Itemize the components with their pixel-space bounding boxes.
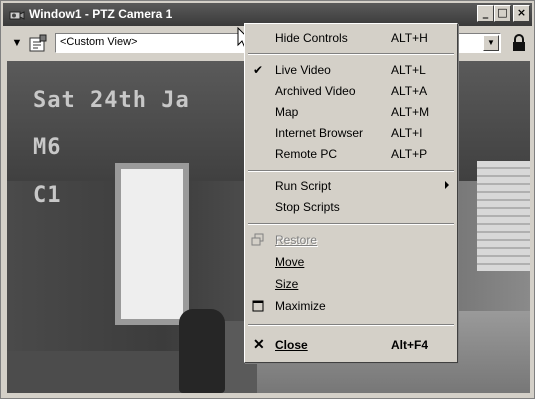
menu-item-label: Map	[275, 105, 299, 119]
submenu-arrow-icon	[445, 181, 449, 189]
minimize-button[interactable]: _	[477, 5, 494, 22]
video-chair	[179, 309, 225, 393]
menu-item-label: Size	[275, 277, 299, 291]
menu-item-close[interactable]: ✕ Close Alt+F4	[245, 335, 457, 356]
checkmark-icon: ✔	[253, 63, 264, 77]
menu-separator	[248, 53, 454, 55]
dropdown-arrow-icon[interactable]: ▼	[9, 34, 25, 52]
menu-item-label: Hide Controls	[275, 31, 348, 45]
menu-item-label: Remote PC	[275, 147, 338, 161]
ptz-camera-window: Window1 - PTZ Camera 1 _ □ × ▼ <Custom V…	[0, 0, 535, 399]
menu-separator	[248, 324, 454, 326]
menu-item-shortcut: Alt+F4	[391, 338, 429, 352]
osd-date: Sat 24th Ja	[33, 88, 190, 113]
menu-separator	[248, 223, 454, 225]
menu-item-label: Run Script	[275, 179, 332, 193]
menu-item-restore: Restore	[245, 230, 457, 251]
menu-item-shortcut: ALT+A	[391, 84, 428, 98]
menu-item-remote-pc[interactable]: Remote PC ALT+P	[245, 144, 457, 165]
menu-item-label: Live Video	[275, 63, 331, 77]
menu-item-label: Internet Browser	[275, 126, 364, 140]
chevron-down-icon[interactable]: ▼	[483, 35, 499, 51]
properties-icon[interactable]	[27, 33, 49, 55]
video-doorway	[115, 163, 189, 325]
lock-icon[interactable]	[509, 33, 529, 53]
menu-item-size[interactable]: Size	[245, 274, 457, 295]
restore-icon	[251, 233, 264, 246]
close-window-button[interactable]: ×	[513, 5, 530, 22]
menu-separator	[248, 170, 454, 172]
menu-item-stop-scripts[interactable]: Stop Scripts	[245, 197, 457, 218]
menu-item-label: Move	[275, 255, 305, 269]
menu-item-map[interactable]: Map ALT+M	[245, 102, 457, 123]
menu-item-live-video[interactable]: ✔ Live Video ALT+L	[245, 60, 457, 81]
menu-item-maximize[interactable]: Maximize	[245, 296, 457, 317]
menu-item-shortcut: ALT+M	[391, 105, 430, 119]
menu-item-move[interactable]: Move	[245, 252, 457, 273]
menu-item-label: Archived Video	[275, 84, 356, 98]
menu-item-hide-controls[interactable]: Hide Controls ALT+H	[245, 28, 457, 49]
menu-item-shortcut: ALT+H	[391, 31, 428, 45]
menu-item-internet-browser[interactable]: Internet Browser ALT+I	[245, 123, 457, 144]
osd-camera-id: C1	[33, 183, 62, 208]
video-window-blinds	[477, 161, 530, 271]
maximize-icon	[252, 300, 264, 312]
window-title: Window1 - PTZ Camera 1	[29, 7, 173, 21]
camera-icon	[9, 11, 25, 20]
view-select-value: <Custom View>	[60, 36, 138, 48]
menu-item-label: Stop Scripts	[275, 200, 340, 214]
video-floor	[7, 351, 207, 393]
menu-item-archived-video[interactable]: Archived Video ALT+A	[245, 81, 457, 102]
menu-item-label: Maximize	[275, 299, 326, 313]
window-context-menu: Hide Controls ALT+H ✔ Live Video ALT+L A…	[244, 23, 458, 363]
menu-item-shortcut: ALT+I	[391, 126, 423, 140]
menu-item-shortcut: ALT+P	[391, 147, 428, 161]
maximize-button[interactable]: □	[494, 5, 511, 22]
close-icon: ✕	[253, 336, 265, 352]
osd-line-2: M6	[33, 135, 62, 160]
menu-item-shortcut: ALT+L	[391, 63, 426, 77]
menu-item-run-script[interactable]: Run Script	[245, 176, 457, 197]
menu-item-label: Restore	[275, 233, 318, 247]
menu-item-label: Close	[275, 338, 308, 352]
